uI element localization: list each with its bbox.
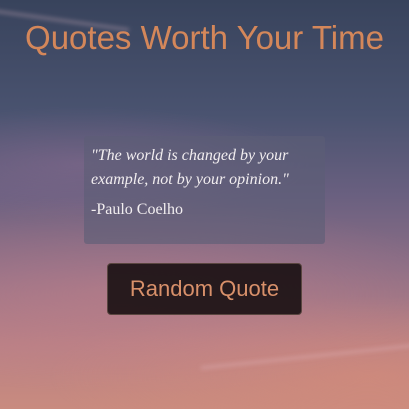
app-background: { "header": { "title": "Quotes Worth You… <box>0 0 409 409</box>
page-title: Quotes Worth Your Time <box>25 19 384 56</box>
random-quote-button[interactable]: Random Quote <box>107 263 302 315</box>
quote-text: "The world is changed by your example, n… <box>91 147 289 188</box>
quote-card: "The world is changed by your example, n… <box>84 136 325 244</box>
quote-author: -Paulo Coelho <box>91 201 183 218</box>
cloud-streak <box>200 343 409 370</box>
